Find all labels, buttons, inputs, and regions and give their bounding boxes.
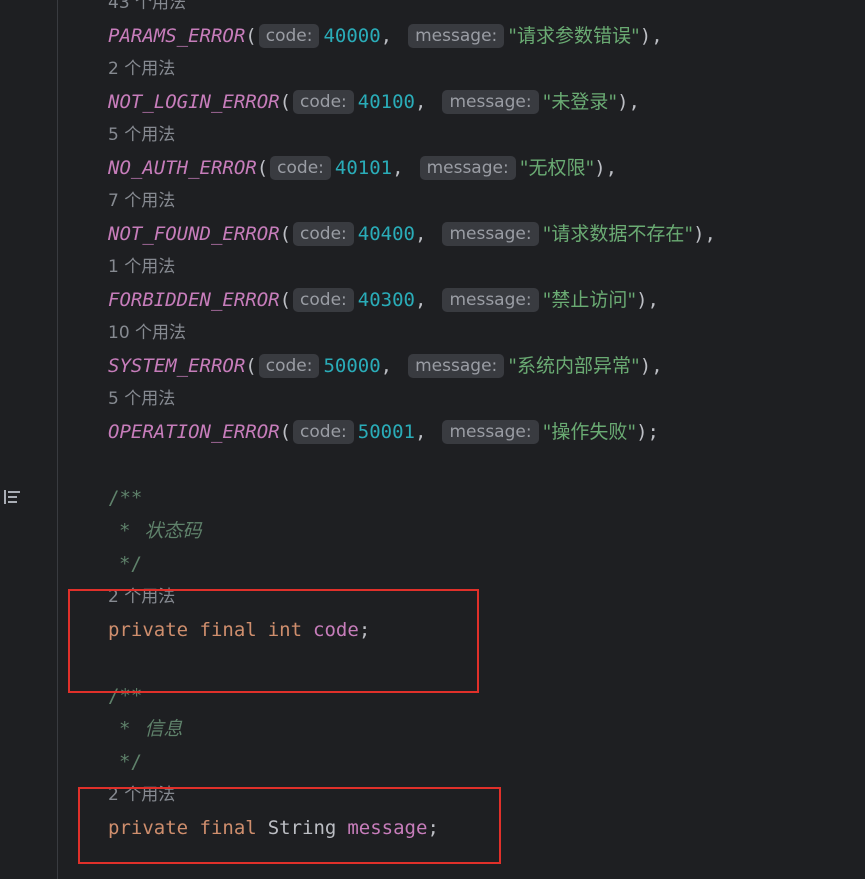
param-hint-code: code: [258, 24, 320, 48]
param-hint-code: code: [270, 156, 331, 180]
message-value: "系统内部异常" [508, 355, 640, 377]
paren: ( [279, 223, 292, 245]
comment-star: * [119, 718, 131, 740]
param-hint-code: code: [293, 420, 354, 444]
comma: , [414, 289, 427, 311]
comma: , [392, 157, 404, 179]
enum-constant-name[interactable]: SYSTEM_ERROR [108, 353, 245, 379]
message-value: "禁止访问" [542, 289, 637, 311]
usage-hint[interactable]: 5 个用法 [108, 388, 175, 410]
line-end: ), [636, 289, 659, 311]
comma: , [414, 421, 427, 443]
comment-text: /** [108, 487, 143, 509]
paren: ( [279, 421, 292, 443]
usage-hint[interactable]: 5 个用法 [108, 124, 175, 146]
gutter-separator [57, 0, 58, 879]
param-hint-code: code: [293, 222, 354, 246]
usage-hint[interactable]: 7 个用法 [108, 190, 175, 212]
paren: ( [256, 157, 269, 179]
param-hint-message: message: [408, 24, 505, 48]
enum-constant-line: PARAMS_ERROR(code: 40000, message: "请求参数错误"… [108, 23, 663, 49]
message-value: "未登录" [542, 91, 618, 113]
message-value: "请求数据不存在" [542, 223, 694, 245]
param-hint-message: message: [442, 222, 539, 246]
enum-constant-name[interactable]: NO_AUTH_ERROR [108, 155, 257, 181]
comma: , [414, 223, 427, 245]
code-value: 40300 [357, 289, 415, 311]
comma: , [380, 25, 393, 47]
enum-constant-name[interactable]: FORBIDDEN_ERROR [108, 287, 280, 313]
line-end: ); [636, 421, 659, 443]
javadoc-open: /** [108, 485, 142, 511]
message-value: "操作失败" [542, 421, 637, 443]
line-end: ), [693, 223, 716, 245]
code-value: 40100 [357, 91, 415, 113]
structure-list-icon[interactable] [2, 489, 22, 505]
paren: ( [279, 91, 292, 113]
line-end: ), [617, 91, 640, 113]
code-value: 40101 [334, 157, 393, 179]
enum-constant-name[interactable]: NOT_FOUND_ERROR [108, 221, 280, 247]
param-hint-message: message: [442, 90, 539, 114]
usage-hint[interactable]: 43 个用法 [108, 0, 186, 14]
comma: , [414, 91, 427, 113]
paren: ( [245, 25, 257, 47]
enum-constant-name[interactable]: NOT_LOGIN_ERROR [108, 89, 280, 115]
usage-hint[interactable]: 2 个用法 [108, 58, 175, 80]
highlight-box-message-field [78, 787, 501, 864]
highlight-box-code-field [68, 589, 479, 693]
code-value: 50000 [323, 355, 381, 377]
message-value: "请求参数错误" [508, 25, 640, 47]
enum-constant-name[interactable]: OPERATION_ERROR [108, 419, 280, 445]
usage-hint[interactable]: 10 个用法 [108, 322, 186, 344]
param-hint-code: code: [293, 90, 354, 114]
enum-constant-line: SYSTEM_ERROR(code: 50000, message: "系统内部异常"… [108, 353, 663, 379]
comment-star: * [119, 520, 131, 542]
paren: ( [245, 355, 257, 377]
param-hint-message: message: [408, 354, 505, 378]
code-value: 40400 [357, 223, 415, 245]
line-end: ), [594, 157, 618, 179]
comment-text: */ [119, 553, 142, 575]
message-value: "无权限" [519, 157, 595, 179]
comment-text: */ [119, 751, 142, 773]
param-hint-message: message: [419, 156, 516, 180]
usage-hint[interactable]: 1 个用法 [108, 256, 175, 278]
param-hint-message: message: [442, 420, 539, 444]
enum-constant-line: NO_AUTH_ERROR(code: 40101, message: "无权限"), [108, 155, 617, 181]
line-end: ), [639, 355, 663, 377]
comma: , [380, 355, 393, 377]
param-hint-code: code: [293, 288, 354, 312]
enum-constant-line: NOT_FOUND_ERROR(code: 40400, message: "请求数据… [108, 221, 716, 247]
code-value: 50001 [357, 421, 415, 443]
enum-constant-line: FORBIDDEN_ERROR(code: 40300, message: "禁止访问… [108, 287, 659, 313]
javadoc-close: */ [119, 749, 142, 775]
paren: ( [279, 289, 292, 311]
comment-text: 信息 [144, 718, 183, 740]
code-value: 40000 [323, 25, 381, 47]
enum-constant-name[interactable]: PARAMS_ERROR [108, 23, 245, 49]
param-hint-code: code: [258, 354, 320, 378]
javadoc-line: * 信息 [119, 716, 182, 742]
javadoc-close: */ [119, 551, 142, 577]
code-editor[interactable]: 43 个用法 PARAMS_ERROR(code: 40000, message: "… [0, 0, 865, 879]
param-hint-message: message: [442, 288, 539, 312]
enum-constant-line: OPERATION_ERROR(code: 50001, message: "操作失败… [108, 419, 659, 445]
enum-constant-line: NOT_LOGIN_ERROR(code: 40100, message: "未登录"… [108, 89, 640, 115]
javadoc-line: * 状态码 [119, 518, 201, 544]
line-end: ), [639, 25, 663, 47]
comment-text: 状态码 [144, 520, 202, 542]
